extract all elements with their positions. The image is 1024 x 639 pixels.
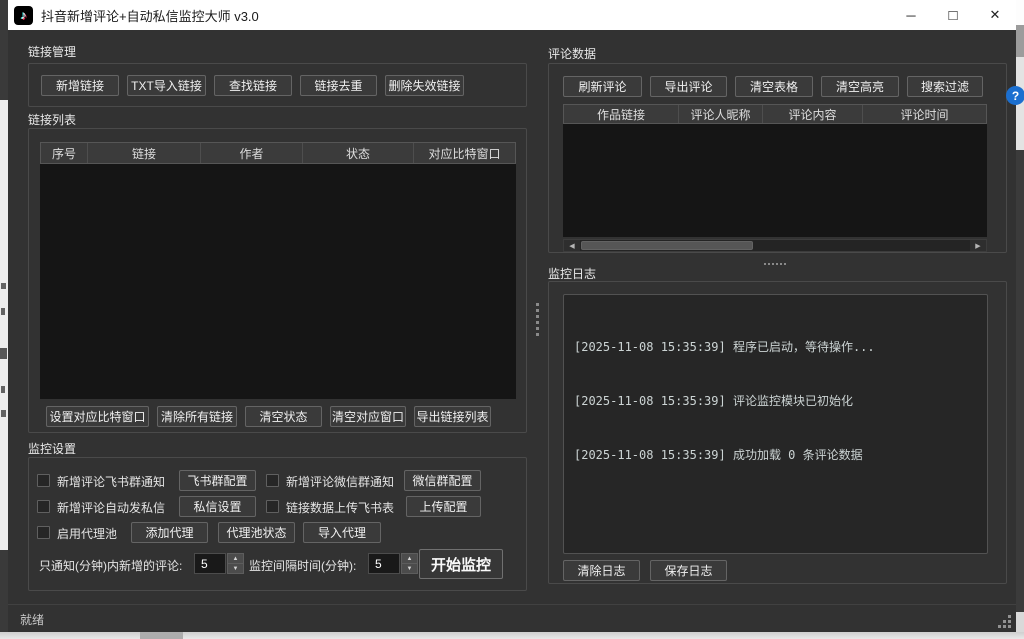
- status-bar: 就绪: [8, 604, 1016, 632]
- comment-data-groupbox: 刷新评论 导出评论 清空表格 清空高亮 搜索过滤 作品链接 评论人昵称 评论内容…: [548, 63, 1007, 253]
- column-header-comment-time[interactable]: 评论时间: [863, 105, 986, 123]
- link-management-groupbox: 新增链接 TXT导入链接 查找链接 链接去重 删除失效链接: [28, 63, 527, 107]
- column-header-content[interactable]: 评论内容: [763, 105, 863, 123]
- export-comments-button[interactable]: 导出评论: [650, 76, 727, 97]
- link-table-header: 序号 链接 作者 状态 对应比特窗口: [40, 142, 516, 164]
- start-monitor-button[interactable]: 开始监控: [419, 549, 503, 579]
- spin-down-icon[interactable]: ▼: [227, 563, 244, 574]
- interval-minutes-stepper: 5 ▲ ▼: [368, 553, 418, 574]
- column-header-nickname[interactable]: 评论人昵称: [679, 105, 763, 123]
- clear-table-button[interactable]: 清空表格: [735, 76, 813, 97]
- column-header-index[interactable]: 序号: [41, 143, 88, 163]
- section-title-link-management: 链接管理: [28, 43, 76, 60]
- scroll-left-icon[interactable]: ◀: [564, 240, 580, 251]
- section-title-comment-data: 评论数据: [548, 45, 596, 62]
- add-link-button[interactable]: 新增链接: [41, 75, 119, 96]
- app-icon: ♪: [14, 6, 33, 25]
- column-header-work-link[interactable]: 作品链接: [564, 105, 679, 123]
- save-log-button[interactable]: 保存日志: [650, 560, 727, 581]
- link-table-body[interactable]: [40, 164, 516, 399]
- vertical-splitter-handle[interactable]: [536, 303, 539, 306]
- section-title-link-list: 链接列表: [28, 111, 76, 128]
- log-line: [2025-11-08 15:35:39] 成功加载 0 条评论数据: [574, 446, 977, 464]
- spin-down-icon[interactable]: ▼: [401, 563, 418, 574]
- notify-minutes-stepper: 5 ▲ ▼: [194, 553, 244, 574]
- log-line: [2025-11-08 15:35:39] 评论监控模块已初始化: [574, 392, 977, 410]
- titlebar[interactable]: ♪ 抖音新增评论+自动私信监控大师 v3.0 ─ □ ✕: [8, 0, 1016, 30]
- txt-import-links-button[interactable]: TXT导入链接: [127, 75, 206, 96]
- background-left-strip: [0, 0, 8, 632]
- import-proxy-button[interactable]: 导入代理: [303, 522, 381, 543]
- column-header-author[interactable]: 作者: [201, 143, 303, 163]
- search-filter-button[interactable]: 搜索过滤: [907, 76, 983, 97]
- window-body: 链接管理 新增链接 TXT导入链接 查找链接 链接去重 删除失效链接 链接列表 …: [8, 30, 1016, 604]
- maximize-button[interactable]: □: [932, 0, 974, 30]
- feishu-config-button[interactable]: 飞书群配置: [179, 470, 256, 491]
- column-header-bit-window[interactable]: 对应比特窗口: [414, 143, 515, 163]
- close-button[interactable]: ✕: [974, 0, 1016, 30]
- app-window: ♪ 抖音新增评论+自动私信监控大师 v3.0 ─ □ ✕ 链接管理 新增链接 T…: [8, 0, 1016, 632]
- wechat-notify-checkbox[interactable]: [266, 474, 279, 487]
- auto-dm-label: 新增评论自动发私信: [57, 499, 165, 516]
- set-bit-window-button[interactable]: 设置对应比特窗口: [46, 406, 149, 427]
- comment-table-header: 作品链接 评论人昵称 评论内容 评论时间: [563, 104, 987, 124]
- upload-feishu-label: 链接数据上传飞书表: [286, 499, 394, 516]
- column-header-link[interactable]: 链接: [88, 143, 201, 163]
- interval-minutes-input[interactable]: 5: [368, 553, 400, 574]
- remove-invalid-links-button[interactable]: 删除失效链接: [385, 75, 464, 96]
- log-line: [2025-11-08 15:35:39] 程序已启动，等待操作...: [574, 338, 977, 356]
- clear-status-button[interactable]: 清空状态: [245, 406, 322, 427]
- comment-table-hscrollbar[interactable]: ◀ ▶: [563, 239, 987, 252]
- resize-grip[interactable]: [996, 613, 1011, 628]
- notify-minutes-input[interactable]: 5: [194, 553, 226, 574]
- spin-up-icon[interactable]: ▲: [401, 553, 418, 563]
- clear-highlight-button[interactable]: 清空高亮: [821, 76, 899, 97]
- minimize-button[interactable]: ─: [890, 0, 932, 30]
- comment-table-body[interactable]: [563, 124, 987, 237]
- monitor-settings-groupbox: 新增评论飞书群通知 飞书群配置 新增评论微信群通知 微信群配置 新增评论自动发私…: [28, 457, 527, 591]
- clear-log-button[interactable]: 清除日志: [563, 560, 640, 581]
- add-proxy-button[interactable]: 添加代理: [131, 522, 208, 543]
- spin-up-icon[interactable]: ▲: [227, 553, 244, 563]
- export-links-button[interactable]: 导出链接列表: [414, 406, 491, 427]
- dm-settings-button[interactable]: 私信设置: [179, 496, 256, 517]
- monitor-log-groupbox: [2025-11-08 15:35:39] 程序已启动，等待操作... [202…: [548, 281, 1007, 584]
- wechat-notify-label: 新增评论微信群通知: [286, 473, 394, 490]
- column-header-status[interactable]: 状态: [303, 143, 414, 163]
- proxy-pool-checkbox[interactable]: [37, 526, 50, 539]
- upload-feishu-checkbox[interactable]: [266, 500, 279, 513]
- clear-window-button[interactable]: 清空对应窗口: [330, 406, 406, 427]
- notify-minutes-label: 只通知(分钟)内新增的评论:: [39, 557, 182, 574]
- proxy-pool-label: 启用代理池: [57, 525, 117, 542]
- wechat-config-button[interactable]: 微信群配置: [404, 470, 481, 491]
- find-link-button[interactable]: 查找链接: [214, 75, 292, 96]
- dedupe-links-button[interactable]: 链接去重: [300, 75, 377, 96]
- horizontal-splitter-handle[interactable]: [764, 263, 766, 265]
- help-icon[interactable]: ?: [1006, 86, 1024, 105]
- window-title: 抖音新增评论+自动私信监控大师 v3.0: [41, 6, 890, 25]
- log-textarea[interactable]: [2025-11-08 15:35:39] 程序已启动，等待操作... [202…: [563, 294, 988, 554]
- auto-dm-checkbox[interactable]: [37, 500, 50, 513]
- refresh-comments-button[interactable]: 刷新评论: [563, 76, 642, 97]
- status-text: 就绪: [20, 611, 44, 628]
- background-bottom-strip: [0, 632, 1024, 639]
- feishu-notify-label: 新增评论飞书群通知: [57, 473, 165, 490]
- clear-all-links-button[interactable]: 清除所有链接: [157, 406, 237, 427]
- section-title-monitor-settings: 监控设置: [28, 440, 76, 457]
- scroll-right-icon[interactable]: ▶: [970, 240, 986, 251]
- feishu-notify-checkbox[interactable]: [37, 474, 50, 487]
- proxy-status-button[interactable]: 代理池状态: [218, 522, 295, 543]
- section-title-monitor-log: 监控日志: [548, 265, 596, 282]
- upload-config-button[interactable]: 上传配置: [406, 496, 481, 517]
- interval-minutes-label: 监控间隔时间(分钟):: [249, 557, 356, 574]
- scrollbar-thumb[interactable]: [581, 241, 753, 250]
- link-list-groupbox: 序号 链接 作者 状态 对应比特窗口 设置对应比特窗口 清除所有链接 清空状态 …: [28, 128, 527, 433]
